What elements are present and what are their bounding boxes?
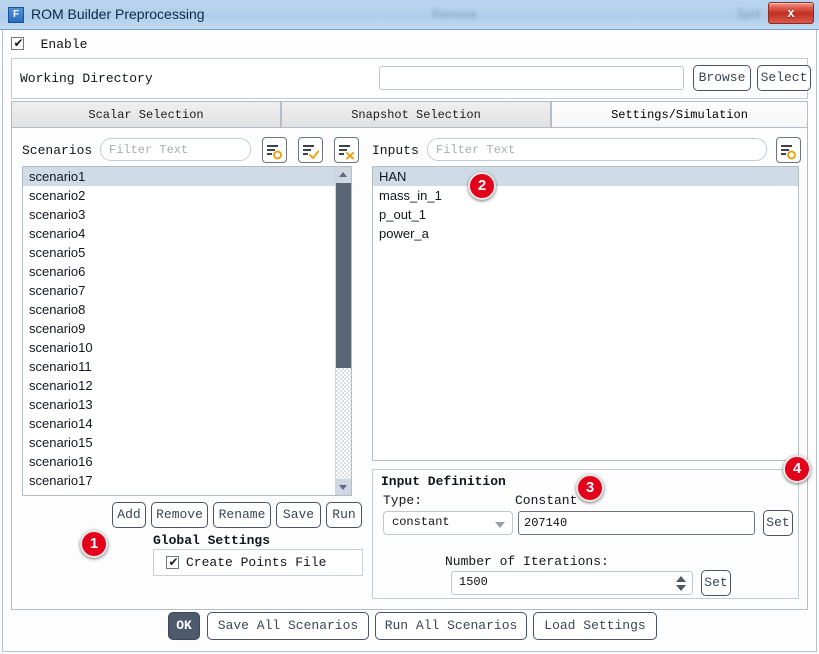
input-list-item[interactable]: power_a [373, 224, 798, 243]
set-iterations-button[interactable]: Set [701, 570, 731, 596]
rename-button[interactable]: Rename [213, 502, 271, 528]
input-list-item[interactable]: p_out_1 [373, 205, 798, 224]
inputs-list[interactable]: HAN mass_in_1 p_out_1 power_a [372, 166, 799, 461]
browse-button[interactable]: Browse [693, 65, 751, 91]
global-settings-title: Global Settings [153, 533, 271, 548]
create-points-file-checkbox[interactable] [166, 554, 180, 570]
inputs-filter-input[interactable] [427, 138, 767, 161]
scenario-list-item[interactable]: scenario12 [23, 376, 351, 395]
input-definition-title: Input Definition [381, 474, 506, 489]
tab-scalar-selection[interactable]: Scalar Selection [11, 101, 281, 128]
scrollbar-track[interactable] [336, 368, 351, 479]
scenario-list-item[interactable]: scenario8 [23, 300, 351, 319]
working-directory-panel: Working Directory Browse Select [11, 58, 811, 99]
scenario-list-item[interactable]: scenario15 [23, 433, 351, 452]
scenario-list-item[interactable]: scenario17 [23, 471, 351, 490]
inputs-header: Inputs [372, 137, 801, 164]
settings-simulation-page: Scenarios Filter Text scenario1 scenario… [11, 127, 808, 610]
input-list-item[interactable]: HAN [373, 167, 798, 186]
annotation-badge-2: 2 [468, 172, 496, 200]
window-titlebar: Remove Split F ROM Builder Preprocessing… [0, 0, 819, 30]
annotation-badge-1: 1 [80, 530, 108, 558]
close-button[interactable]: x [768, 2, 814, 24]
tab-snapshot-selection[interactable]: Snapshot Selection [281, 101, 551, 128]
window-title: ROM Builder Preprocessing [31, 6, 205, 22]
scenario-list-item[interactable]: scenario11 [23, 357, 351, 376]
scenario-list-item[interactable]: scenario2 [23, 186, 351, 205]
global-settings-box: Create Points File [153, 549, 363, 576]
dialog-bottom-bar: OK Save All Scenarios Run All Scenarios … [3, 612, 816, 650]
iterations-stepper[interactable]: 1500 [451, 571, 693, 595]
select-button[interactable]: Select [757, 65, 811, 91]
type-dropdown-value: constant [392, 515, 450, 529]
create-points-file-label: Create Points File [186, 555, 327, 570]
scenarios-list[interactable]: scenario1 scenario2 scenario3 scenario4 scen… [22, 166, 352, 496]
working-directory-label: Working Directory [20, 71, 153, 86]
annotation-badge-4: 4 [783, 455, 811, 483]
scenarios-clear-selection-icon-button[interactable] [334, 137, 359, 163]
dialog-client-area: Enable Working Directory Browse Select S… [2, 30, 817, 652]
scenario-list-item[interactable]: scenario9 [23, 319, 351, 338]
save-all-scenarios-button[interactable]: Save All Scenarios [207, 612, 369, 640]
save-button[interactable]: Save [276, 502, 321, 528]
inputs-select-none-icon-button[interactable] [776, 137, 801, 163]
inputs-list-body: HAN mass_in_1 p_out_1 power_a [373, 167, 798, 243]
scenario-list-item[interactable]: scenario16 [23, 452, 351, 471]
set-constant-button[interactable]: Set [763, 510, 793, 536]
inputs-label: Inputs [372, 143, 419, 158]
working-directory-input[interactable] [379, 66, 684, 90]
tab-settings-simulation[interactable]: Settings/Simulation [551, 101, 808, 128]
chevron-down-icon [495, 522, 505, 528]
scrollbar-thumb[interactable] [336, 183, 351, 368]
constant-input[interactable] [518, 511, 755, 535]
iterations-label: Number of Iterations: [445, 554, 609, 569]
add-button[interactable]: Add [112, 502, 146, 528]
enable-label: Enable [40, 37, 88, 52]
iterations-value: 1500 [459, 575, 488, 589]
tab-bar: Scalar Selection Snapshot Selection Sett… [11, 101, 808, 128]
constant-label: Constant [515, 493, 578, 508]
scenario-list-item[interactable]: scenario13 [23, 395, 351, 414]
scenario-list-item[interactable]: scenario5 [23, 243, 351, 262]
enable-checkbox[interactable] [11, 35, 25, 51]
scenarios-select-none-icon-button[interactable] [262, 137, 287, 163]
run-button[interactable]: Run [326, 502, 362, 528]
load-settings-button[interactable]: Load Settings [533, 612, 657, 640]
scrollbar-up-arrow-icon[interactable] [336, 167, 351, 183]
list-circle-icon [267, 145, 282, 160]
scenario-list-item[interactable]: scenario14 [23, 414, 351, 433]
annotation-badge-3: 3 [576, 474, 604, 502]
scenario-list-item[interactable]: scenario4 [23, 224, 351, 243]
run-all-scenarios-button[interactable]: Run All Scenarios [375, 612, 527, 640]
rom-builder-dialog: Remove Split F ROM Builder Preprocessing… [0, 0, 819, 654]
scenarios-header: Scenarios [22, 137, 362, 164]
scrollbar-down-arrow-icon[interactable] [336, 479, 351, 495]
input-list-item[interactable]: mass_in_1 [373, 186, 798, 205]
scenarios-scrollbar[interactable] [335, 167, 351, 495]
type-label: Type: [383, 493, 423, 508]
type-dropdown[interactable]: constant [383, 511, 513, 535]
scenario-list-item[interactable]: scenario6 [23, 262, 351, 281]
list-check-icon [303, 145, 319, 160]
enable-row: Enable [11, 35, 808, 59]
ok-button[interactable]: OK [168, 612, 200, 640]
background-window-ghost-text-left: Remove [432, 7, 477, 21]
stepper-up-icon[interactable] [676, 576, 686, 582]
app-icon: F [8, 7, 24, 23]
scenario-list-item[interactable]: scenario1 [23, 167, 351, 186]
scenarios-select-all-icon-button[interactable] [298, 137, 323, 163]
stepper-down-icon[interactable] [676, 585, 686, 591]
scenario-list-item[interactable]: scenario10 [23, 338, 351, 357]
scenarios-list-body: scenario1 scenario2 scenario3 scenario4 scen… [23, 167, 351, 490]
scenario-list-item[interactable]: scenario7 [23, 281, 351, 300]
list-circle-icon [781, 145, 796, 160]
remove-button[interactable]: Remove [151, 502, 208, 528]
scenarios-label: Scenarios [22, 143, 93, 158]
scenario-list-item[interactable]: scenario3 [23, 205, 351, 224]
background-window-ghost-text-right: Split [737, 7, 761, 21]
scenarios-filter-input[interactable] [100, 138, 251, 161]
list-x-icon [339, 145, 354, 160]
